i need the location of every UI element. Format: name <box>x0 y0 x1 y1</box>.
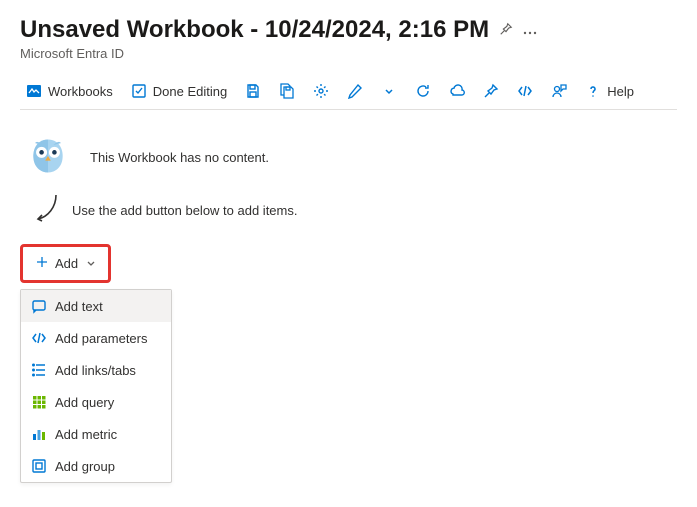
add-button-highlight: Add <box>20 244 111 283</box>
add-links-tabs-label: Add links/tabs <box>55 363 136 378</box>
edit-button[interactable] <box>341 79 369 103</box>
curve-arrow-icon <box>32 193 60 226</box>
more-icon[interactable] <box>523 23 537 38</box>
help-icon <box>585 83 601 99</box>
add-button[interactable]: Add <box>27 249 104 278</box>
add-links-tabs-item[interactable]: Add links/tabs <box>21 354 171 386</box>
pin-icon[interactable] <box>499 22 513 39</box>
help-label: Help <box>607 84 634 99</box>
advanced-editor-button[interactable] <box>511 79 539 103</box>
group-icon <box>31 458 47 474</box>
code-icon <box>517 83 533 99</box>
grid-icon <box>31 394 47 410</box>
add-parameters-item[interactable]: Add parameters <box>21 322 171 354</box>
workbooks-button[interactable]: Workbooks <box>20 79 119 103</box>
person-feedback-icon <box>551 83 567 99</box>
add-group-label: Add group <box>55 459 115 474</box>
add-parameters-label: Add parameters <box>55 331 148 346</box>
pin-toolbar-icon <box>483 83 499 99</box>
text-icon <box>31 298 47 314</box>
bar-chart-icon <box>31 426 47 442</box>
refresh-icon <box>415 83 431 99</box>
done-editing-icon <box>131 83 147 99</box>
empty-state-message: This Workbook has no content. <box>90 150 269 165</box>
save-as-button[interactable] <box>273 79 301 103</box>
chevron-down-icon <box>86 256 96 271</box>
pin-toolbar-button[interactable] <box>477 79 505 103</box>
settings-button[interactable] <box>307 79 335 103</box>
add-dropdown: Add text Add parameters Add links/tabs A… <box>20 289 172 483</box>
add-button-label: Add <box>55 256 78 271</box>
add-metric-item[interactable]: Add metric <box>21 418 171 450</box>
hint-text: Use the add button below to add items. <box>72 203 297 218</box>
parameters-icon <box>31 330 47 346</box>
help-button[interactable]: Help <box>579 79 640 103</box>
plus-icon <box>35 255 49 272</box>
cloud-icon <box>449 83 465 99</box>
pencil-icon <box>347 83 363 99</box>
list-icon <box>31 362 47 378</box>
add-query-label: Add query <box>55 395 114 410</box>
page-title: Unsaved Workbook - 10/24/2024, 2:16 PM <box>20 16 489 44</box>
owl-icon <box>26 134 70 181</box>
edit-dropdown-button[interactable] <box>375 79 403 103</box>
toolbar: Workbooks Done Editing Help <box>20 73 677 110</box>
done-editing-button[interactable]: Done Editing <box>125 79 233 103</box>
share-button[interactable] <box>443 79 471 103</box>
refresh-button[interactable] <box>409 79 437 103</box>
hint-row: Use the add button below to add items. <box>32 193 677 226</box>
add-metric-label: Add metric <box>55 427 117 442</box>
workbooks-icon <box>26 83 42 99</box>
add-query-item[interactable]: Add query <box>21 386 171 418</box>
save-as-icon <box>279 83 295 99</box>
empty-state: This Workbook has no content. <box>26 134 671 181</box>
workbooks-label: Workbooks <box>48 84 113 99</box>
feedback-button[interactable] <box>545 79 573 103</box>
add-group-item[interactable]: Add group <box>21 450 171 482</box>
add-text-item[interactable]: Add text <box>21 290 171 322</box>
gear-icon <box>313 83 329 99</box>
page-subtitle: Microsoft Entra ID <box>20 46 677 61</box>
done-editing-label: Done Editing <box>153 84 227 99</box>
save-button[interactable] <box>239 79 267 103</box>
chevron-down-icon <box>381 83 397 99</box>
add-text-label: Add text <box>55 299 103 314</box>
save-icon <box>245 83 261 99</box>
